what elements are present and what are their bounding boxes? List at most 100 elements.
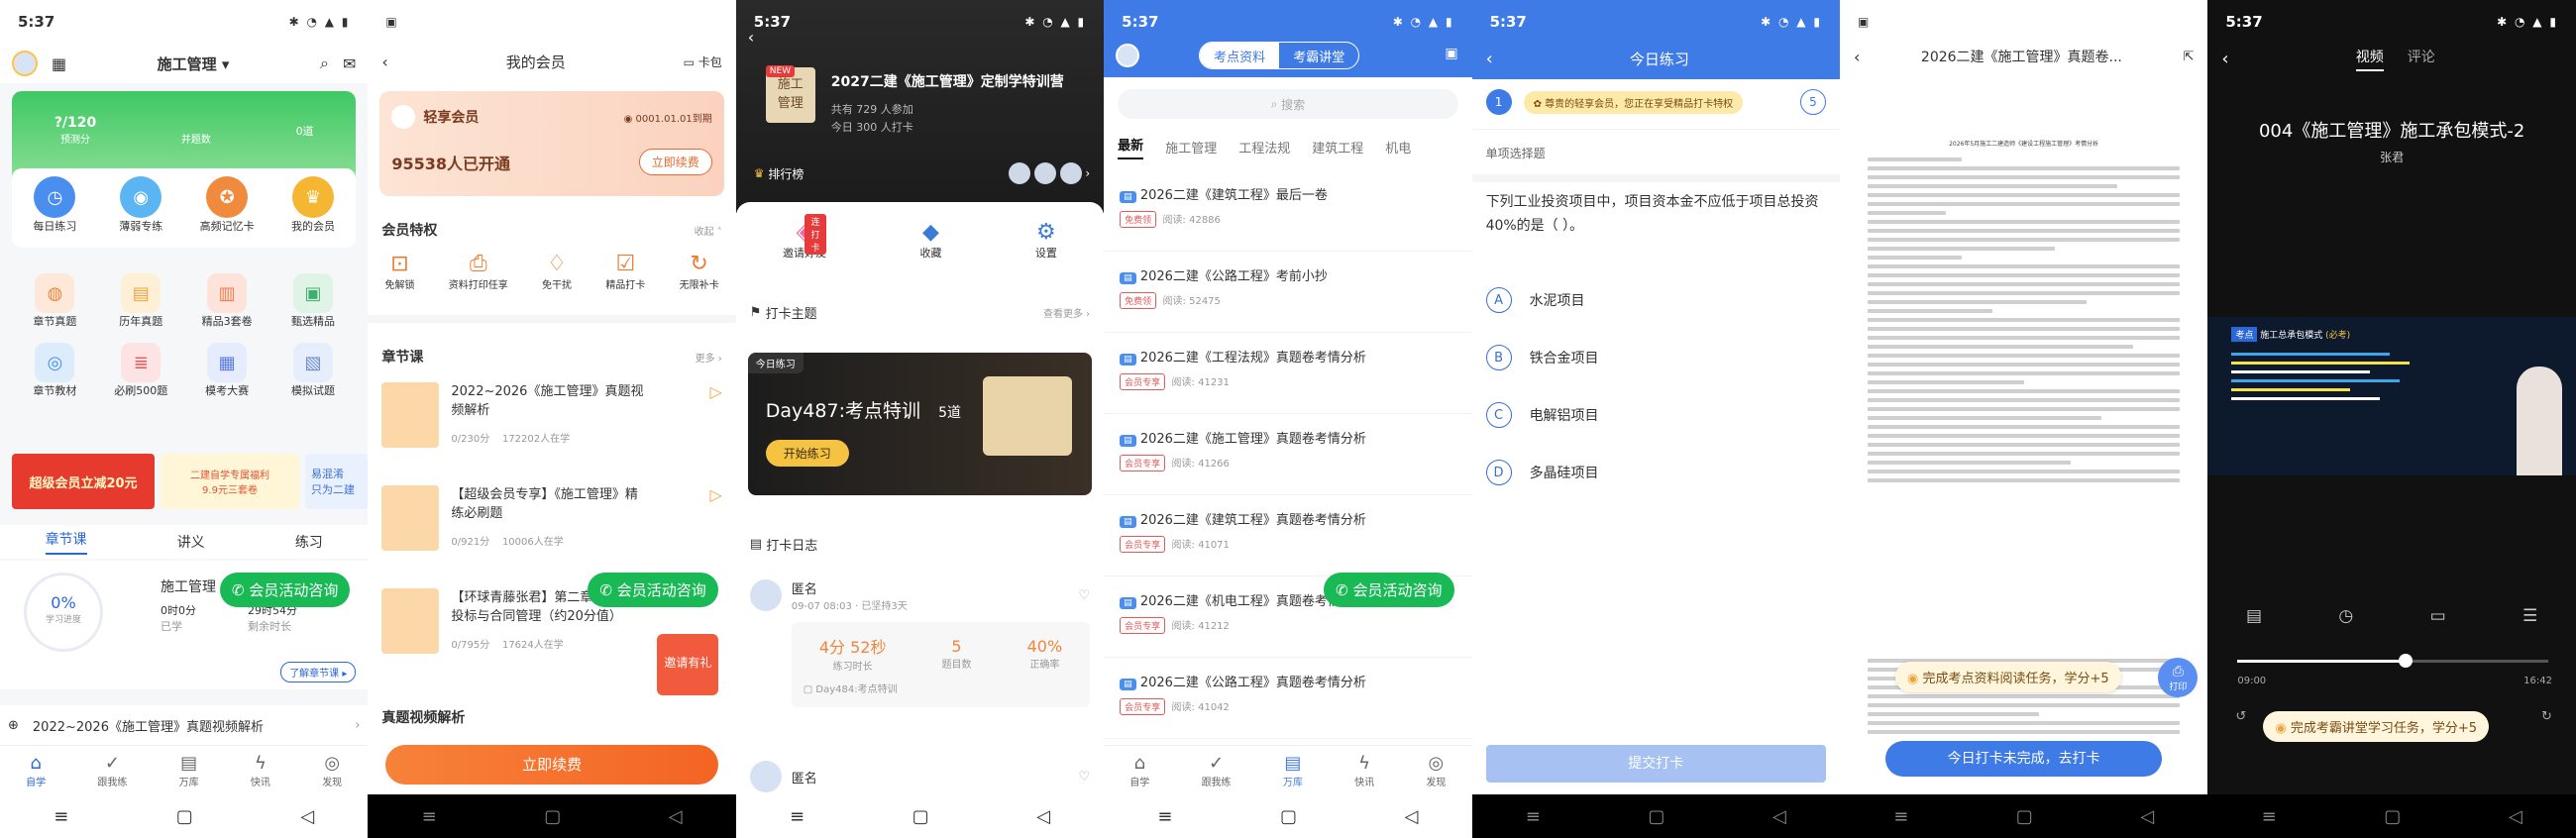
tab-discover[interactable]: ◎ 发现 xyxy=(1426,753,1446,788)
tab-handout[interactable]: 讲义 xyxy=(177,532,205,552)
renew-cta-button[interactable]: 立即续费 xyxy=(385,745,718,785)
progress-knob[interactable] xyxy=(2398,654,2413,668)
home-square-icon[interactable]: ▢ xyxy=(544,806,561,827)
submit-checkin-button[interactable]: 提交打卡 xyxy=(1485,745,1826,783)
chapter-textbook-button[interactable]: ◎ 章节教材 xyxy=(12,343,98,398)
start-practice-button[interactable]: 开始练习 xyxy=(765,440,849,467)
avatar[interactable] xyxy=(12,51,38,76)
back-icon[interactable]: ◁ xyxy=(669,806,683,827)
today-practice-card[interactable]: 今日练习 Day487:考点特训 5道 开始练习 xyxy=(747,353,1093,495)
tab-news[interactable]: ϟ 快讯 xyxy=(1354,753,1374,788)
list-item[interactable]: ▤ 2026二建《公路工程》真题卷考情分析 会员专享 阅读: 41042 xyxy=(1104,658,1472,739)
mock-test-button[interactable]: ▧ 模拟试题 xyxy=(270,343,357,398)
question-number-last[interactable]: 5 xyxy=(1799,89,1826,115)
home-square-icon[interactable]: ▢ xyxy=(2384,806,2401,827)
menu-icon[interactable]: ≡ xyxy=(1526,806,1541,827)
rewind-icon[interactable]: ↺ xyxy=(2235,709,2246,724)
promo-banner-1[interactable]: 超级会员立减20元 xyxy=(12,454,155,509)
back-icon[interactable]: ◁ xyxy=(1772,806,1786,827)
settings-button[interactable]: ⚙ 设置 xyxy=(1035,220,1057,261)
rank-row[interactable]: ♛ 排行榜 › xyxy=(754,162,1090,184)
must-500-button[interactable]: ≣ 必刷500题 xyxy=(98,343,184,398)
menu-icon[interactable]: ≡ xyxy=(54,806,68,827)
back-icon[interactable]: ◁ xyxy=(1036,806,1050,827)
back-icon[interactable]: ◁ xyxy=(2140,806,2154,827)
privilege-makeup[interactable]: ↻ 无限补卡 xyxy=(680,252,719,291)
invite-friends-button[interactable]: ◈邀请好友连打卡 xyxy=(783,214,826,261)
past-exam-button[interactable]: ▤ 历年真题 xyxy=(98,273,184,329)
tab-bank[interactable]: ▤ 万库 xyxy=(1283,753,1303,788)
privilege-print[interactable]: ⎙ 资料打印任享 xyxy=(449,252,508,291)
list-item[interactable]: ▤ 2026二建《工程法规》真题卷考情分析 会员专享 阅读: 41231 xyxy=(1104,333,1472,414)
home-square-icon[interactable]: ▢ xyxy=(176,806,193,827)
playlist-icon[interactable]: ☰ xyxy=(2522,606,2537,626)
more-link[interactable]: 更多 › xyxy=(696,350,722,365)
wechat-consult-button[interactable]: ✆ 会员活动咨询 xyxy=(588,573,718,607)
option-d[interactable]: D 多晶硅项目 xyxy=(1485,460,1840,485)
menu-icon[interactable]: ≡ xyxy=(1893,806,1908,827)
stat-predict[interactable]: ?/120 预测分 xyxy=(54,115,96,146)
like-icon[interactable]: ♡ xyxy=(1079,770,1091,785)
like-icon[interactable]: ♡ xyxy=(1079,588,1091,603)
view-more-link[interactable]: 查看更多 › xyxy=(1043,305,1090,320)
message-icon[interactable]: ✉ xyxy=(343,54,356,73)
back-icon[interactable]: ◁ xyxy=(1404,806,1418,827)
memory-card-button[interactable]: ✪ 高频记忆卡 xyxy=(184,176,270,248)
notes-icon[interactable]: ▤ xyxy=(2246,606,2262,626)
tab-follow[interactable]: ✓ 跟我练 xyxy=(1202,753,1232,788)
home-square-icon[interactable]: ▢ xyxy=(1648,806,1664,827)
menu-icon[interactable]: ≡ xyxy=(2262,806,2277,827)
tab-discover[interactable]: ◎ 发现 xyxy=(322,753,342,788)
cat-building[interactable]: 建筑工程 xyxy=(1312,138,1363,157)
favorite-button[interactable]: ◆ 收藏 xyxy=(919,220,941,261)
promo-banner-2[interactable]: 二建自学专属福利 9.9元三套卷 xyxy=(161,454,299,509)
list-item[interactable]: ▤ 2026二建《建筑工程》真题卷考情分析 会员专享 阅读: 41071 xyxy=(1104,495,1472,576)
search-input[interactable]: ⌕ 搜索 xyxy=(1118,89,1458,119)
tab-video[interactable]: 视频 xyxy=(2355,47,2384,71)
tab-follow[interactable]: ✓ 跟我练 xyxy=(97,753,127,788)
tab-self-study[interactable]: ⌂ 自学 xyxy=(1129,753,1149,788)
speed-icon[interactable]: ◷ xyxy=(2338,606,2353,626)
promo-banner-3[interactable]: 易混淆 只为二建 xyxy=(305,454,369,509)
home-square-icon[interactable]: ▢ xyxy=(1280,806,1297,827)
cat-mech[interactable]: 机电 xyxy=(1385,138,1411,157)
danmaku-icon[interactable]: ▭ xyxy=(2430,606,2446,626)
weak-practice-button[interactable]: ◉ 薄弱专练 xyxy=(98,176,184,248)
list-item[interactable]: ▤ 2026二建《施工管理》真题卷考情分析 会员专享 阅读: 41266 xyxy=(1104,414,1472,495)
bottom-course-item[interactable]: ⊕ 2022~2026《施工管理》真题视频解析 › xyxy=(0,705,369,745)
tab-comments[interactable]: 评论 xyxy=(2408,47,2435,71)
print-button[interactable]: ⎙ 打印 xyxy=(2158,658,2199,697)
course-item[interactable]: 2022~2026《施工管理》真题视频解析 0/230分 172202人在学 ▷ xyxy=(381,382,722,485)
chapter-exam-button[interactable]: ◍ 章节真题 xyxy=(12,273,98,329)
search-icon[interactable]: ⌕ xyxy=(320,53,329,73)
wechat-consult-button[interactable]: ✆ 会员活动咨询 xyxy=(220,573,351,607)
cat-law[interactable]: 工程法规 xyxy=(1238,138,1290,157)
back-arrow-icon[interactable]: ‹ xyxy=(1486,49,1493,69)
tab-lectures[interactable]: 考霸讲堂 xyxy=(1279,43,1358,68)
renew-button[interactable]: 立即续费 xyxy=(638,149,712,175)
tab-news[interactable]: ϟ 快讯 xyxy=(251,753,270,788)
option-c[interactable]: C 电解铝项目 xyxy=(1485,402,1840,428)
list-item[interactable]: ▤ 2026二建《建筑工程》最后一卷 免费领 阅读: 42886 xyxy=(1104,170,1472,252)
video-player[interactable]: 考点 施工总承包模式 (必考) xyxy=(2207,317,2576,475)
back-arrow-icon[interactable]: ‹ xyxy=(748,28,754,47)
tab-chapter[interactable]: 章节课 xyxy=(45,529,87,555)
course-name[interactable]: 施工管理 xyxy=(161,576,216,596)
question-number-current[interactable]: 1 xyxy=(1485,89,1512,115)
my-member-button[interactable]: ♛ 我的会员 xyxy=(270,176,357,248)
back-icon[interactable]: ◁ xyxy=(300,806,314,827)
option-b[interactable]: B 铁合金项目 xyxy=(1485,345,1840,370)
back-icon[interactable]: ◁ xyxy=(2509,806,2522,827)
home-square-icon[interactable]: ▢ xyxy=(2016,806,2033,827)
learn-more-button[interactable]: 了解章节课 ▸ xyxy=(280,662,357,682)
share-icon[interactable]: ⇱ xyxy=(2183,50,2194,64)
wechat-consult-button[interactable]: ✆ 会员活动咨询 xyxy=(1324,573,1454,607)
tab-self-study[interactable]: ⌂ 自学 xyxy=(26,753,46,788)
privilege-no-ads[interactable]: ♢ 免干扰 xyxy=(542,252,572,291)
calendar-icon[interactable]: ▦ xyxy=(52,54,66,73)
cat-construction-mgmt[interactable]: 施工管理 xyxy=(1165,138,1217,157)
go-checkin-button[interactable]: 今日打卡未完成，去打卡 xyxy=(1884,741,2163,777)
list-item[interactable]: ▤ 2026二建《公路工程》考前小抄 免费领 阅读: 52475 xyxy=(1104,252,1472,333)
home-square-icon[interactable]: ▢ xyxy=(912,806,929,827)
subject-selector[interactable]: 施工管理 ▾ xyxy=(66,53,320,74)
